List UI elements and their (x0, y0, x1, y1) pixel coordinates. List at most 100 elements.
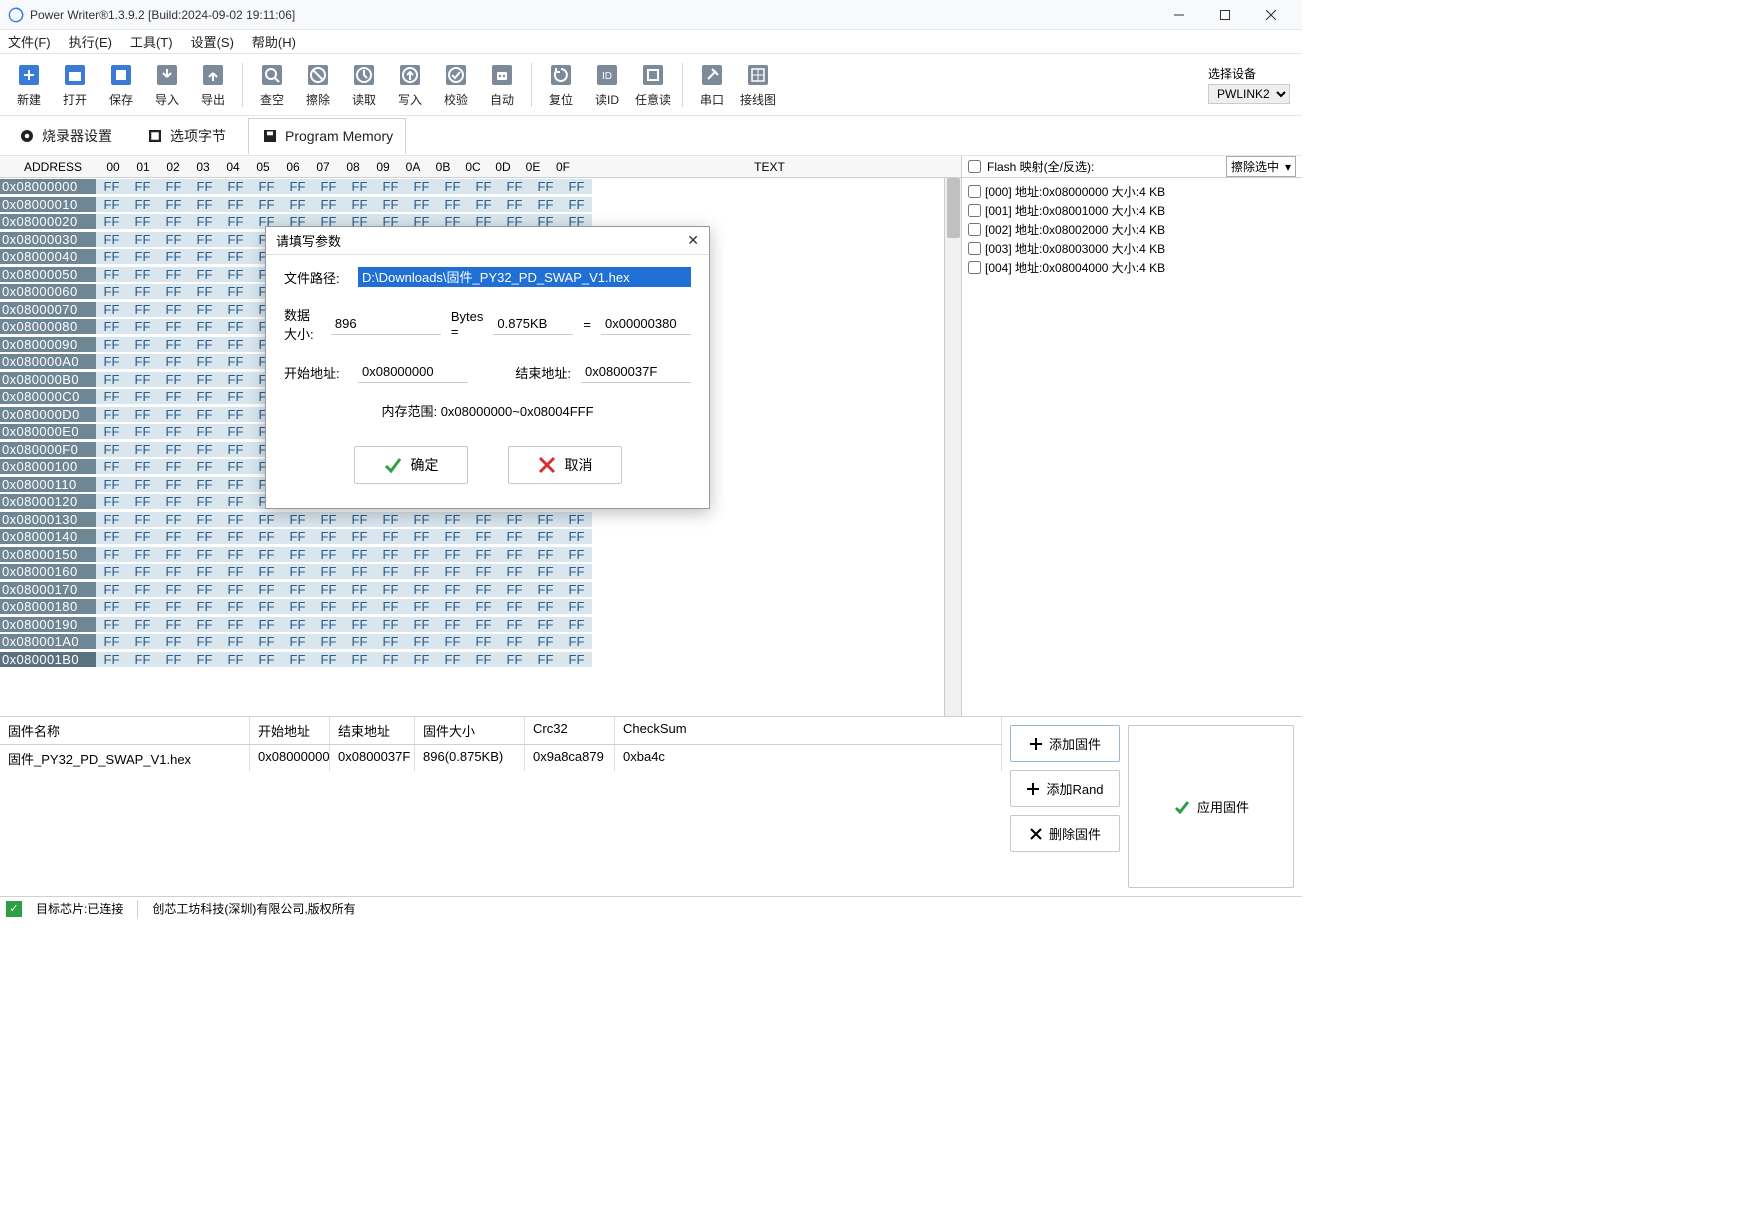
auto-button[interactable]: 自动 (479, 57, 525, 112)
flash-item[interactable]: [004] 地址:0x08004000 大小:4 KB (968, 258, 1296, 277)
hex-byte: FF (158, 547, 189, 562)
flash-item[interactable]: [000] 地址:0x08000000 大小:4 KB (968, 182, 1296, 201)
blank-check-button[interactable]: 查空 (249, 57, 295, 112)
flash-item[interactable]: [002] 地址:0x08002000 大小:4 KB (968, 220, 1296, 239)
size-bytes-input[interactable] (331, 313, 441, 335)
tab-burner[interactable]: 烧录器设置 (6, 118, 124, 154)
minimize-button[interactable] (1156, 0, 1202, 30)
hex-byte: FF (127, 634, 158, 649)
open-button[interactable]: 打开 (52, 57, 98, 112)
hex-row[interactable]: 0x08000190FFFFFFFFFFFFFFFFFFFFFFFFFFFFFF… (0, 616, 961, 634)
flash-item[interactable]: [003] 地址:0x08003000 大小:4 KB (968, 239, 1296, 258)
reset-button[interactable]: 复位 (538, 57, 584, 112)
dialog-ok-button[interactable]: 确定 (354, 446, 468, 484)
open-icon (61, 61, 89, 89)
firmware-row[interactable]: 固件_PY32_PD_SWAP_V1.hex 0x08000000 0x0800… (0, 745, 1002, 771)
verify-button[interactable]: 校验 (433, 57, 479, 112)
flash-item-checkbox[interactable] (968, 223, 981, 236)
flash-item-checkbox[interactable] (968, 261, 981, 274)
save-button[interactable]: 保存 (98, 57, 144, 112)
hex-row[interactable]: 0x080001A0FFFFFFFFFFFFFFFFFFFFFFFFFFFFFF… (0, 633, 961, 651)
path-input[interactable] (358, 267, 691, 287)
hex-row[interactable]: 0x08000140FFFFFFFFFFFFFFFFFFFFFFFFFFFFFF… (0, 528, 961, 546)
hex-byte: FF (499, 634, 530, 649)
hex-byte: FF (344, 634, 375, 649)
hex-byte: FF (96, 214, 127, 229)
chevron-down-icon: ▾ (1285, 160, 1291, 174)
menu-file[interactable]: 文件(F) (8, 32, 51, 51)
anyread-button[interactable]: 任意读 (630, 57, 676, 112)
flash-item-checkbox[interactable] (968, 204, 981, 217)
end-label: 结束地址: (515, 363, 571, 382)
size-hex-input[interactable] (601, 313, 691, 335)
hex-byte: FF (499, 529, 530, 544)
flash-item[interactable]: [001] 地址:0x08001000 大小:4 KB (968, 201, 1296, 220)
hex-row[interactable]: 0x08000160FFFFFFFFFFFFFFFFFFFFFFFFFFFFFF… (0, 563, 961, 581)
export-button[interactable]: 导出 (190, 57, 236, 112)
hex-byte: FF (189, 197, 220, 212)
hex-byte: FF (561, 634, 592, 649)
hex-row[interactable]: 0x08000150FFFFFFFFFFFFFFFFFFFFFFFFFFFFFF… (0, 546, 961, 564)
read-button[interactable]: 读取 (341, 57, 387, 112)
write-button[interactable]: 写入 (387, 57, 433, 112)
hex-row[interactable]: 0x080001B0FFFFFFFFFFFFFFFFFFFFFFFFFFFFFF… (0, 651, 961, 669)
hex-col-header: 04 (218, 160, 248, 174)
hex-byte: FF (158, 652, 189, 667)
start-addr-input[interactable] (358, 361, 468, 383)
menu-exec[interactable]: 执行(E) (69, 32, 112, 51)
tab-memory[interactable]: Program Memory (248, 118, 406, 155)
menu-help[interactable]: 帮助(H) (252, 32, 296, 51)
tab-option[interactable]: 选项字节 (134, 118, 238, 154)
menu-tool[interactable]: 工具(T) (130, 32, 173, 51)
dialog-title: 请填写参数 (276, 231, 341, 250)
wiring-button[interactable]: 接线图 (735, 57, 781, 112)
hex-byte: FF (375, 617, 406, 632)
hex-row[interactable]: 0x08000170FFFFFFFFFFFFFFFFFFFFFFFFFFFFFF… (0, 581, 961, 599)
size-kb-input[interactable] (493, 313, 573, 335)
hex-byte: FF (313, 529, 344, 544)
hex-col-header: 08 (338, 160, 368, 174)
hex-byte: FF (127, 232, 158, 247)
close-button[interactable] (1248, 0, 1294, 30)
hex-address: 0x08000130 (0, 512, 96, 527)
hex-byte: FF (158, 634, 189, 649)
hex-row[interactable]: 0x08000180FFFFFFFFFFFFFFFFFFFFFFFFFFFFFF… (0, 598, 961, 616)
hex-byte: FF (561, 564, 592, 579)
hex-byte: FF (158, 354, 189, 369)
hex-byte: FF (313, 652, 344, 667)
erase-button[interactable]: 擦除 (295, 57, 341, 112)
flash-action-combo[interactable]: 擦除选中▾ (1226, 156, 1296, 177)
apply-firmware-button[interactable]: 应用固件 (1128, 725, 1294, 888)
hex-byte: FF (158, 284, 189, 299)
import-button[interactable]: 导入 (144, 57, 190, 112)
hex-scrollbar[interactable] (944, 178, 961, 716)
hex-byte: FF (530, 634, 561, 649)
path-label: 文件路径: (284, 268, 348, 287)
hex-byte: FF (313, 179, 344, 194)
readid-button[interactable]: ID读ID (584, 57, 630, 112)
hex-byte: FF (189, 477, 220, 492)
hex-row[interactable]: 0x08000010FFFFFFFFFFFFFFFFFFFFFFFFFFFFFF… (0, 196, 961, 214)
maximize-button[interactable] (1202, 0, 1248, 30)
device-select[interactable]: PWLINK2 (1208, 84, 1290, 104)
hex-byte: FF (96, 372, 127, 387)
delete-firmware-button[interactable]: 删除固件 (1010, 815, 1120, 852)
hex-byte: FF (313, 634, 344, 649)
hex-row[interactable]: 0x08000000FFFFFFFFFFFFFFFFFFFFFFFFFFFFFF… (0, 178, 961, 196)
new-button[interactable]: 新建 (6, 57, 52, 112)
flash-item-checkbox[interactable] (968, 242, 981, 255)
hex-byte: FF (468, 197, 499, 212)
serial-button[interactable]: 串口 (689, 57, 735, 112)
add-rand-button[interactable]: 添加Rand (1010, 770, 1120, 807)
flash-selectall-checkbox[interactable] (968, 160, 981, 173)
menu-set[interactable]: 设置(S) (191, 32, 234, 51)
flash-item-checkbox[interactable] (968, 185, 981, 198)
hex-row[interactable]: 0x08000130FFFFFFFFFFFFFFFFFFFFFFFFFFFFFF… (0, 511, 961, 529)
end-addr-input[interactable] (581, 361, 691, 383)
dialog-cancel-button[interactable]: 取消 (508, 446, 622, 484)
hex-byte: FF (561, 582, 592, 597)
dialog-close-button[interactable]: ✕ (687, 232, 699, 249)
hex-byte: FF (220, 214, 251, 229)
scrollbar-thumb[interactable] (947, 178, 960, 238)
add-firmware-button[interactable]: 添加固件 (1010, 725, 1120, 762)
